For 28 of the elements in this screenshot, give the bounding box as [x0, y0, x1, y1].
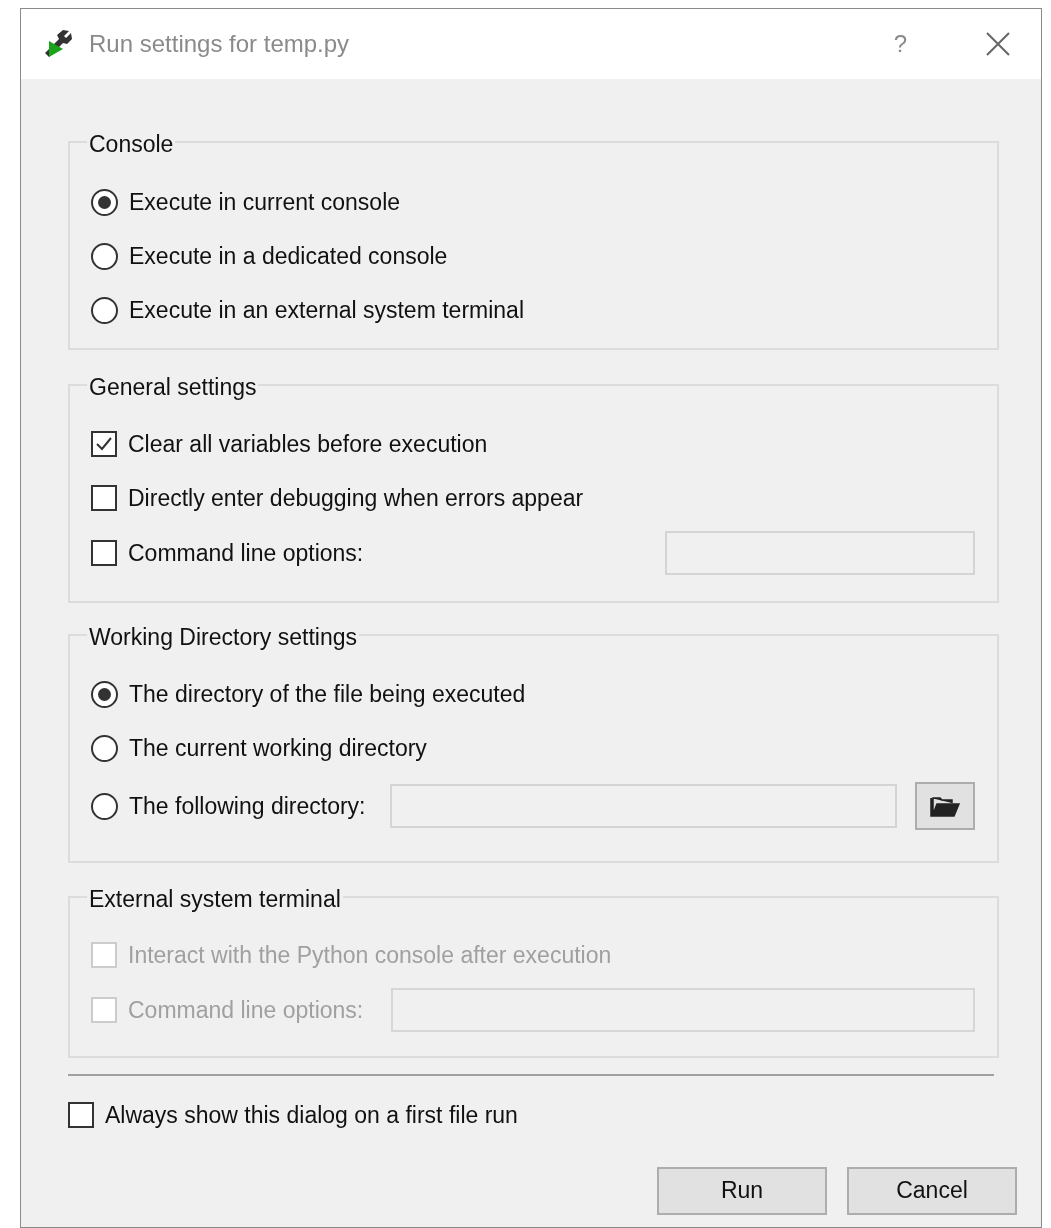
browse-button[interactable] — [915, 782, 975, 830]
close-icon[interactable] — [985, 31, 1011, 57]
option-label: Clear all variables before execution — [128, 429, 488, 459]
checkbox[interactable] — [91, 540, 117, 566]
option-label: Directly enter debugging when errors appear — [128, 483, 584, 513]
option-label: Interact with the Python console after execution — [128, 940, 612, 970]
option-label: Command line options: — [128, 995, 364, 1025]
radio-button[interactable] — [91, 680, 118, 708]
option-label: The directory of the file being executed — [129, 679, 526, 709]
radio-button[interactable] — [91, 792, 118, 820]
window-title: Run settings for temp.py — [89, 29, 350, 59]
radio-button[interactable] — [91, 296, 118, 324]
radio-button[interactable] — [91, 188, 118, 216]
option-label: The current working directory — [129, 733, 427, 763]
dialog-button[interactable]: Cancel — [847, 1166, 1017, 1215]
checkbox[interactable] — [91, 431, 117, 457]
option-label: The following directory: — [129, 791, 366, 821]
option-label: Execute in a dedicated console — [129, 241, 448, 271]
option-label: Command line options: — [128, 538, 364, 568]
folder-icon — [930, 795, 960, 817]
checkbox[interactable] — [91, 485, 117, 511]
radio-button[interactable] — [91, 734, 118, 762]
option-label: Always show this dialog on a first file run — [105, 1101, 518, 1130]
option-label: Execute in current console — [129, 187, 401, 217]
checkbox[interactable] — [68, 1102, 94, 1129]
radio-button[interactable] — [91, 242, 118, 270]
dialog-button[interactable]: Run — [657, 1166, 827, 1215]
option-label: Execute in an external system terminal — [129, 295, 524, 325]
